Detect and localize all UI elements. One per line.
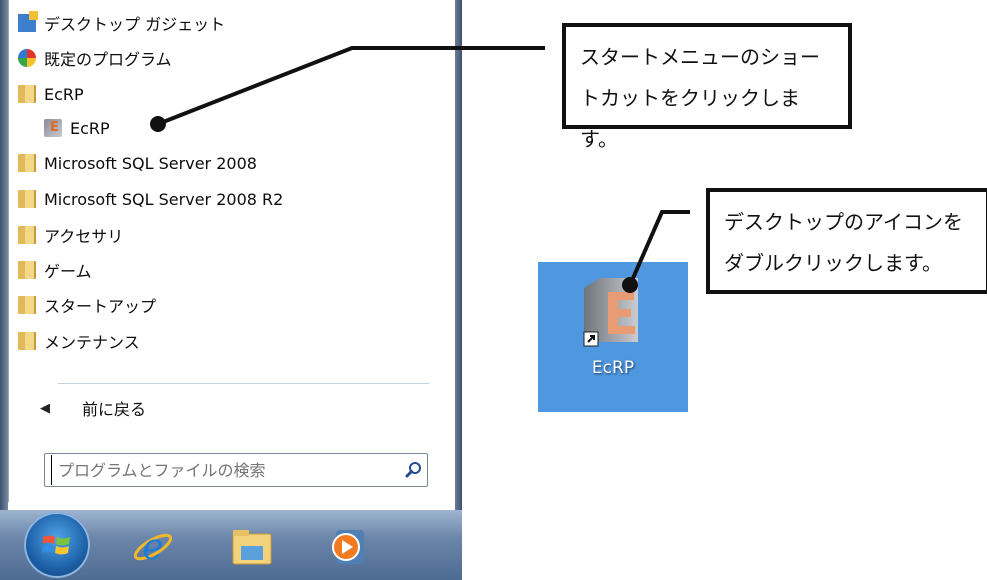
menu-item-label: 既定のプログラム — [44, 50, 172, 69]
ecrp-app-icon — [44, 119, 62, 137]
menu-item-accessories[interactable]: アクセサリ — [18, 220, 123, 250]
internet-explorer-icon[interactable]: e — [130, 524, 176, 570]
menu-item-games[interactable]: ゲーム — [18, 255, 92, 285]
menu-item-label: スタートアップ — [44, 297, 157, 316]
menu-item-startup[interactable]: スタートアップ — [18, 290, 156, 320]
menu-item-default-programs[interactable]: 既定のプログラム — [18, 43, 172, 73]
start-menu: デスクトップ ガジェット 既定のプログラム EcRP EcRP Microsof… — [0, 0, 462, 510]
menu-item-label: EcRP — [70, 118, 110, 138]
start-orb-icon[interactable] — [24, 512, 90, 578]
menu-item-label: メンテナンス — [44, 333, 140, 352]
menu-item-label: アクセサリ — [44, 227, 124, 246]
menu-item-ecrp-shortcut[interactable]: EcRP — [44, 113, 110, 143]
menu-item-sql-server-2008[interactable]: Microsoft SQL Server 2008 — [18, 148, 257, 178]
search-icon[interactable] — [401, 457, 427, 483]
callout-text: スタートメニューのショー — [580, 45, 820, 69]
callout-desktop-icon: デスクトップのアイコンを ダブルクリックします。 — [706, 188, 987, 294]
callout-start-menu: スタートメニューのショー トカットをクリックします。 — [562, 23, 852, 151]
menu-item-label: EcRP — [44, 84, 84, 104]
windows-explorer-icon[interactable] — [229, 524, 275, 570]
callout-text: トカットをクリックします。 — [580, 86, 800, 151]
back-arrow-icon: ◀ — [40, 400, 50, 416]
search-input[interactable] — [51, 455, 401, 485]
menu-frame-left — [0, 0, 8, 510]
all-programs-list — [8, 0, 457, 502]
folder-icon — [18, 332, 36, 350]
back-button[interactable]: ◀ 前に戻る — [40, 393, 146, 423]
menu-item-label: ゲーム — [44, 262, 92, 281]
menu-item-desktop-gadgets[interactable]: デスクトップ ガジェット — [18, 8, 225, 38]
ecrp-desktop-icon — [583, 278, 638, 347]
search-box — [44, 453, 428, 487]
desktop-ecrp-shortcut[interactable]: EcRP — [538, 262, 688, 412]
menu-separator — [58, 383, 429, 384]
default-programs-icon — [18, 49, 36, 67]
menu-item-sql-server-2008-r2[interactable]: Microsoft SQL Server 2008 R2 — [18, 184, 283, 214]
back-label: 前に戻る — [82, 400, 147, 419]
menu-item-label: Microsoft SQL Server 2008 R2 — [44, 189, 284, 209]
menu-item-ecrp-folder[interactable]: EcRP — [18, 79, 84, 109]
menu-item-label: Microsoft SQL Server 2008 — [44, 153, 257, 173]
folder-icon — [18, 85, 36, 103]
folder-icon — [18, 154, 36, 172]
folder-icon — [18, 226, 36, 244]
menu-item-label: デスクトップ ガジェット — [44, 15, 226, 34]
media-player-icon[interactable] — [326, 524, 372, 570]
desktop-gadget-icon — [18, 11, 38, 32]
folder-icon — [18, 261, 36, 279]
callout-text: ダブルクリックします。 — [724, 251, 942, 275]
desktop-icon-label: EcRP — [591, 358, 635, 378]
folder-icon — [18, 190, 36, 208]
svg-text:e: e — [142, 527, 163, 568]
folder-icon — [18, 296, 36, 314]
menu-item-maintenance[interactable]: メンテナンス — [18, 326, 140, 356]
menu-frame-right — [455, 0, 462, 510]
callout-text: デスクトップのアイコンを — [724, 210, 963, 234]
